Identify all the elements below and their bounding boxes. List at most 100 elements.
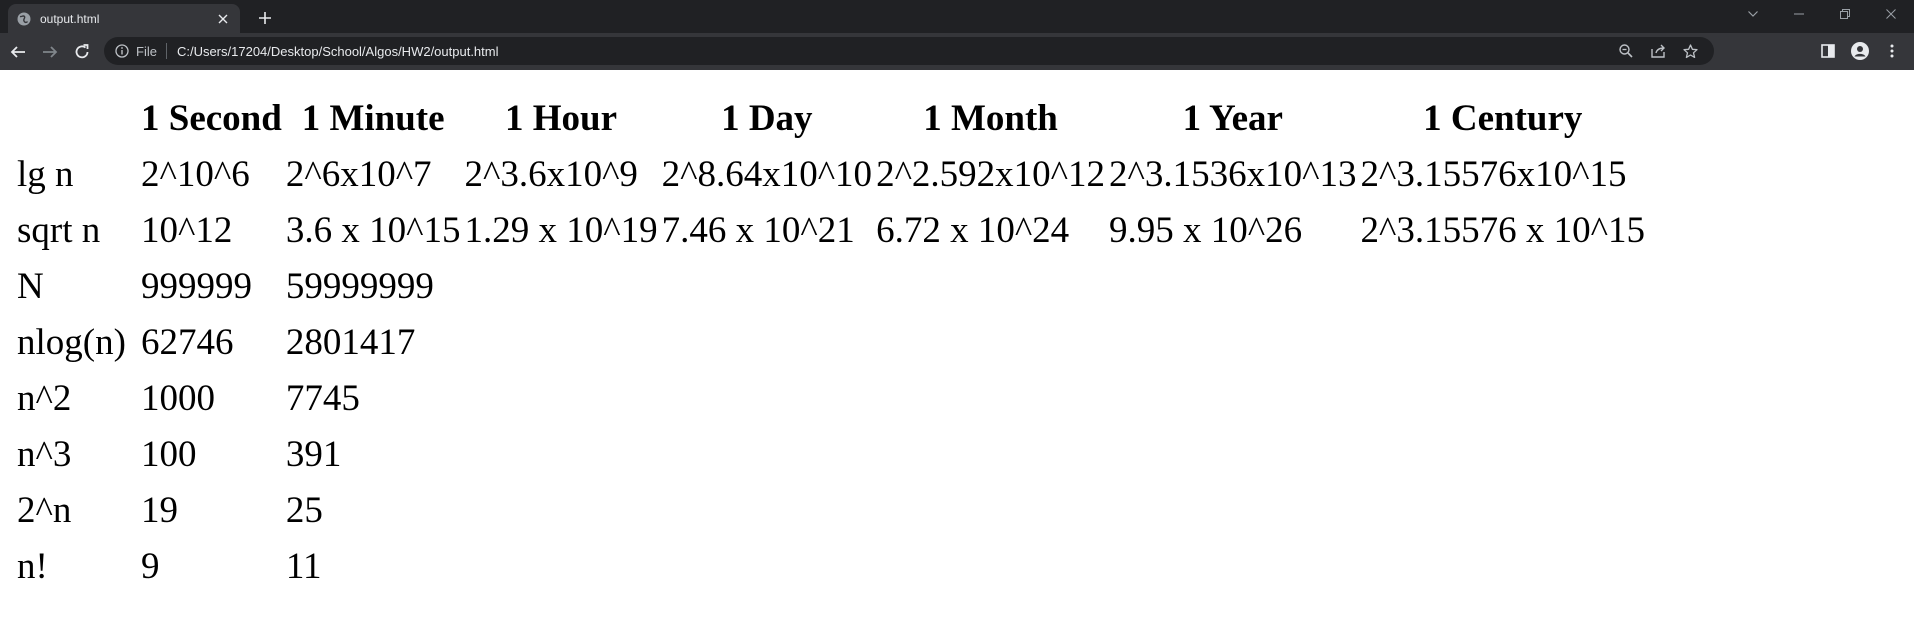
table-row: nlog(n) 62746 2801417 — [16, 315, 1646, 369]
table-cell — [661, 539, 873, 593]
row-label: sqrt n — [17, 209, 101, 251]
table-cell — [661, 483, 873, 537]
header-cell: 1 Hour — [505, 97, 618, 139]
table-cell — [661, 371, 873, 425]
table-cell — [1360, 539, 1646, 593]
table-cell — [1360, 259, 1646, 313]
bookmark-star-icon[interactable] — [1674, 37, 1706, 65]
table-cell — [661, 259, 873, 313]
table-cell: 59999999 — [285, 265, 434, 307]
table-cell: 11 — [285, 545, 322, 587]
row-label: n^2 — [17, 377, 72, 419]
close-window-icon[interactable] — [1868, 0, 1914, 28]
table-cell — [463, 539, 658, 593]
table-cell — [1108, 315, 1357, 369]
table-cell: 100 — [141, 433, 197, 475]
table-cell: 7.46 x 10^21 — [661, 209, 855, 251]
table-cell: 2^10^6 — [141, 153, 250, 195]
restore-icon[interactable] — [1822, 0, 1868, 28]
side-panel-icon[interactable] — [1812, 37, 1844, 65]
table-row: n^2 1000 7745 — [16, 371, 1646, 425]
table-cell: 10^12 — [141, 209, 233, 251]
table-row: N 999999 59999999 — [16, 259, 1646, 313]
header-cell: 1 Century — [1423, 97, 1583, 139]
browser-tab[interactable]: output.html — [8, 4, 240, 33]
table-cell — [875, 483, 1106, 537]
table-cell: 2^6x10^7 — [285, 153, 432, 195]
header-cell: 1 Year — [1182, 97, 1283, 139]
address-url[interactable]: C:/Users/17204/Desktop/School/Algos/HW2/… — [177, 44, 499, 59]
table-cell — [661, 427, 873, 481]
minimize-icon[interactable] — [1776, 0, 1822, 28]
row-label: lg n — [17, 153, 74, 195]
table-cell: 6.72 x 10^24 — [876, 209, 1070, 251]
table-cell: 19 — [141, 489, 178, 531]
row-label: n! — [17, 545, 48, 587]
tab-search-chevron-icon[interactable] — [1730, 0, 1776, 28]
header-cell: 1 Second — [141, 97, 282, 139]
table-cell — [1108, 371, 1357, 425]
table-cell: 2^2.592x10^12 — [876, 153, 1106, 195]
table-cell: 2^3.6x10^9 — [464, 153, 638, 195]
table-cell — [1108, 259, 1357, 313]
info-icon[interactable] — [114, 43, 130, 59]
table-cell: 62746 — [141, 321, 234, 363]
browser-toolbar: File C:/Users/17204/Desktop/School/Algos… — [0, 33, 1914, 70]
table-cell: 2^3.15576x10^15 — [1360, 153, 1627, 195]
header-row: 1 Second 1 Minute 1 Hour 1 Day 1 Month 1… — [16, 91, 1646, 145]
share-icon[interactable] — [1642, 37, 1674, 65]
new-tab-button[interactable] — [254, 7, 276, 29]
back-button[interactable] — [4, 38, 32, 66]
row-label: nlog(n) — [17, 321, 126, 363]
table-cell — [463, 259, 658, 313]
table-cell: 9.95 x 10^26 — [1109, 209, 1303, 251]
table-row: 2^n 19 25 — [16, 483, 1646, 537]
window-controls — [1730, 0, 1914, 28]
table-cell — [463, 315, 658, 369]
table-cell: 2^3.1536x10^13 — [1109, 153, 1357, 195]
table-cell — [1360, 483, 1646, 537]
table-cell — [1360, 315, 1646, 369]
row-label: 2^n — [17, 489, 72, 531]
table-row: lg n 2^10^6 2^6x10^7 2^3.6x10^9 2^8.64x1… — [16, 147, 1646, 201]
table-cell — [463, 427, 658, 481]
table-cell: 391 — [285, 433, 342, 475]
table-cell — [875, 371, 1106, 425]
browser-titlebar: output.html — [0, 0, 1914, 33]
profile-avatar-icon[interactable] — [1844, 37, 1876, 65]
forward-button[interactable] — [36, 38, 64, 66]
zoom-icon[interactable] — [1610, 37, 1642, 65]
table-cell — [463, 371, 658, 425]
table-cell — [1108, 483, 1357, 537]
header-cell — [16, 91, 138, 145]
table-cell — [1360, 371, 1646, 425]
table-cell: 1.29 x 10^19 — [464, 209, 658, 251]
table-row: n! 9 11 — [16, 539, 1646, 593]
table-cell: 2801417 — [285, 321, 416, 363]
row-label: n^3 — [17, 433, 72, 475]
table-cell: 9 — [141, 545, 160, 587]
table-cell: 3.6 x 10^15 — [285, 209, 461, 251]
complexity-table: 1 Second 1 Minute 1 Hour 1 Day 1 Month 1… — [14, 89, 1648, 595]
table-cell — [661, 315, 873, 369]
address-bar[interactable]: File C:/Users/17204/Desktop/School/Algos… — [104, 37, 1714, 65]
table-cell: 1000 — [141, 377, 215, 419]
table-cell — [1108, 427, 1357, 481]
address-scheme-label: File — [136, 43, 157, 59]
table-row: sqrt n 10^12 3.6 x 10^15 1.29 x 10^19 7.… — [16, 203, 1646, 257]
address-divider — [165, 43, 167, 59]
header-cell: 1 Minute — [301, 97, 445, 139]
table-row: n^3 100 391 — [16, 427, 1646, 481]
close-icon[interactable] — [214, 10, 232, 28]
table-cell: 2^3.15576 x 10^15 — [1360, 209, 1646, 251]
table-cell — [1108, 539, 1357, 593]
table-cell: 25 — [285, 489, 323, 531]
row-label: N — [17, 265, 44, 307]
table-cell: 7745 — [285, 377, 360, 419]
globe-icon — [17, 12, 31, 26]
menu-kebab-icon[interactable] — [1876, 37, 1908, 65]
reload-button[interactable] — [68, 38, 96, 66]
header-cell: 1 Day — [721, 97, 813, 139]
table-cell: 2^8.64x10^10 — [661, 153, 873, 195]
table-cell — [875, 539, 1106, 593]
